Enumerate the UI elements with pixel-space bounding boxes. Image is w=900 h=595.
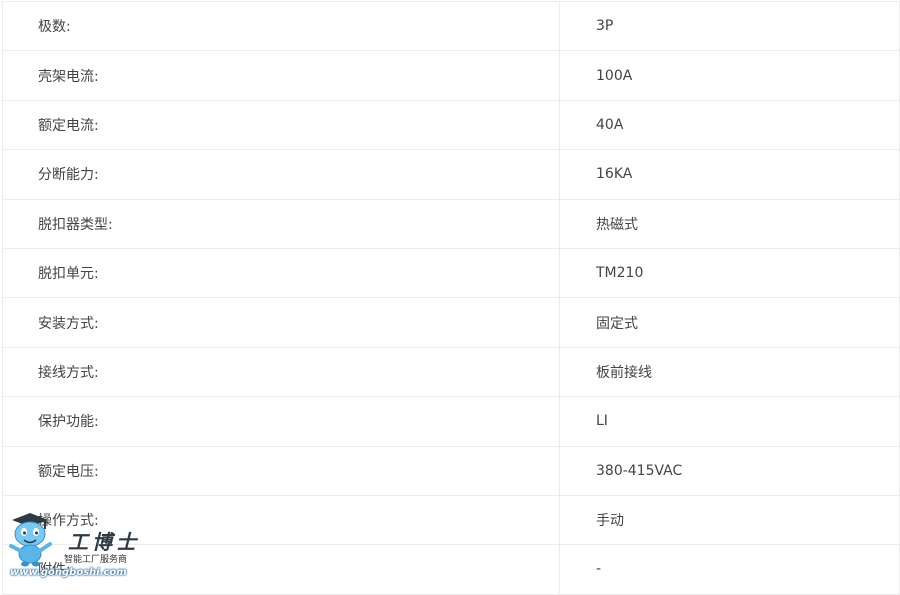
table-row: 额定电压: 380-415VAC <box>2 445 900 496</box>
spec-label: 保护功能: <box>2 396 560 447</box>
table-row: 壳架电流: 100A <box>2 50 900 101</box>
table-row: 脱扣器类型: 热磁式 <box>2 198 900 249</box>
table-row: 脱扣单元: TM210 <box>2 247 900 299</box>
table-row: 极数: 3P <box>2 0 900 52</box>
spec-value: - <box>559 544 900 595</box>
spec-label: 安装方式: <box>2 297 560 348</box>
spec-value: 16KA <box>559 149 900 200</box>
spec-label: 附件: <box>2 544 560 595</box>
spec-value: TM210 <box>559 247 900 299</box>
table-row: 额定电流: 40A <box>2 99 900 151</box>
spec-value: LI <box>559 396 900 447</box>
spec-value: 板前接线 <box>559 346 900 398</box>
spec-value: 380-415VAC <box>559 445 900 496</box>
spec-label: 额定电流: <box>2 99 560 151</box>
spec-value: 3P <box>559 0 900 52</box>
table-row: 接线方式: 板前接线 <box>2 346 900 398</box>
table-row: 附件: - <box>2 544 900 595</box>
spec-value: 40A <box>559 99 900 151</box>
spec-label: 操作方式: <box>2 494 560 546</box>
spec-label: 极数: <box>2 0 560 52</box>
spec-value: 固定式 <box>559 297 900 348</box>
spec-value: 手动 <box>559 494 900 546</box>
table-row: 安装方式: 固定式 <box>2 297 900 348</box>
spec-value: 热磁式 <box>559 198 900 249</box>
spec-label: 额定电压: <box>2 445 560 496</box>
spec-value: 100A <box>559 50 900 101</box>
spec-label: 分断能力: <box>2 149 560 200</box>
spec-label: 脱扣单元: <box>2 247 560 299</box>
spec-label: 脱扣器类型: <box>2 198 560 249</box>
spec-label: 壳架电流: <box>2 50 560 101</box>
spec-label: 接线方式: <box>2 346 560 398</box>
table-row: 保护功能: LI <box>2 396 900 447</box>
table-row: 分断能力: 16KA <box>2 149 900 200</box>
table-row: 操作方式: 手动 <box>2 494 900 546</box>
spec-table: 极数: 3P 壳架电流: 100A 额定电流: 40A 分断能力: 16KA 脱… <box>2 0 900 595</box>
